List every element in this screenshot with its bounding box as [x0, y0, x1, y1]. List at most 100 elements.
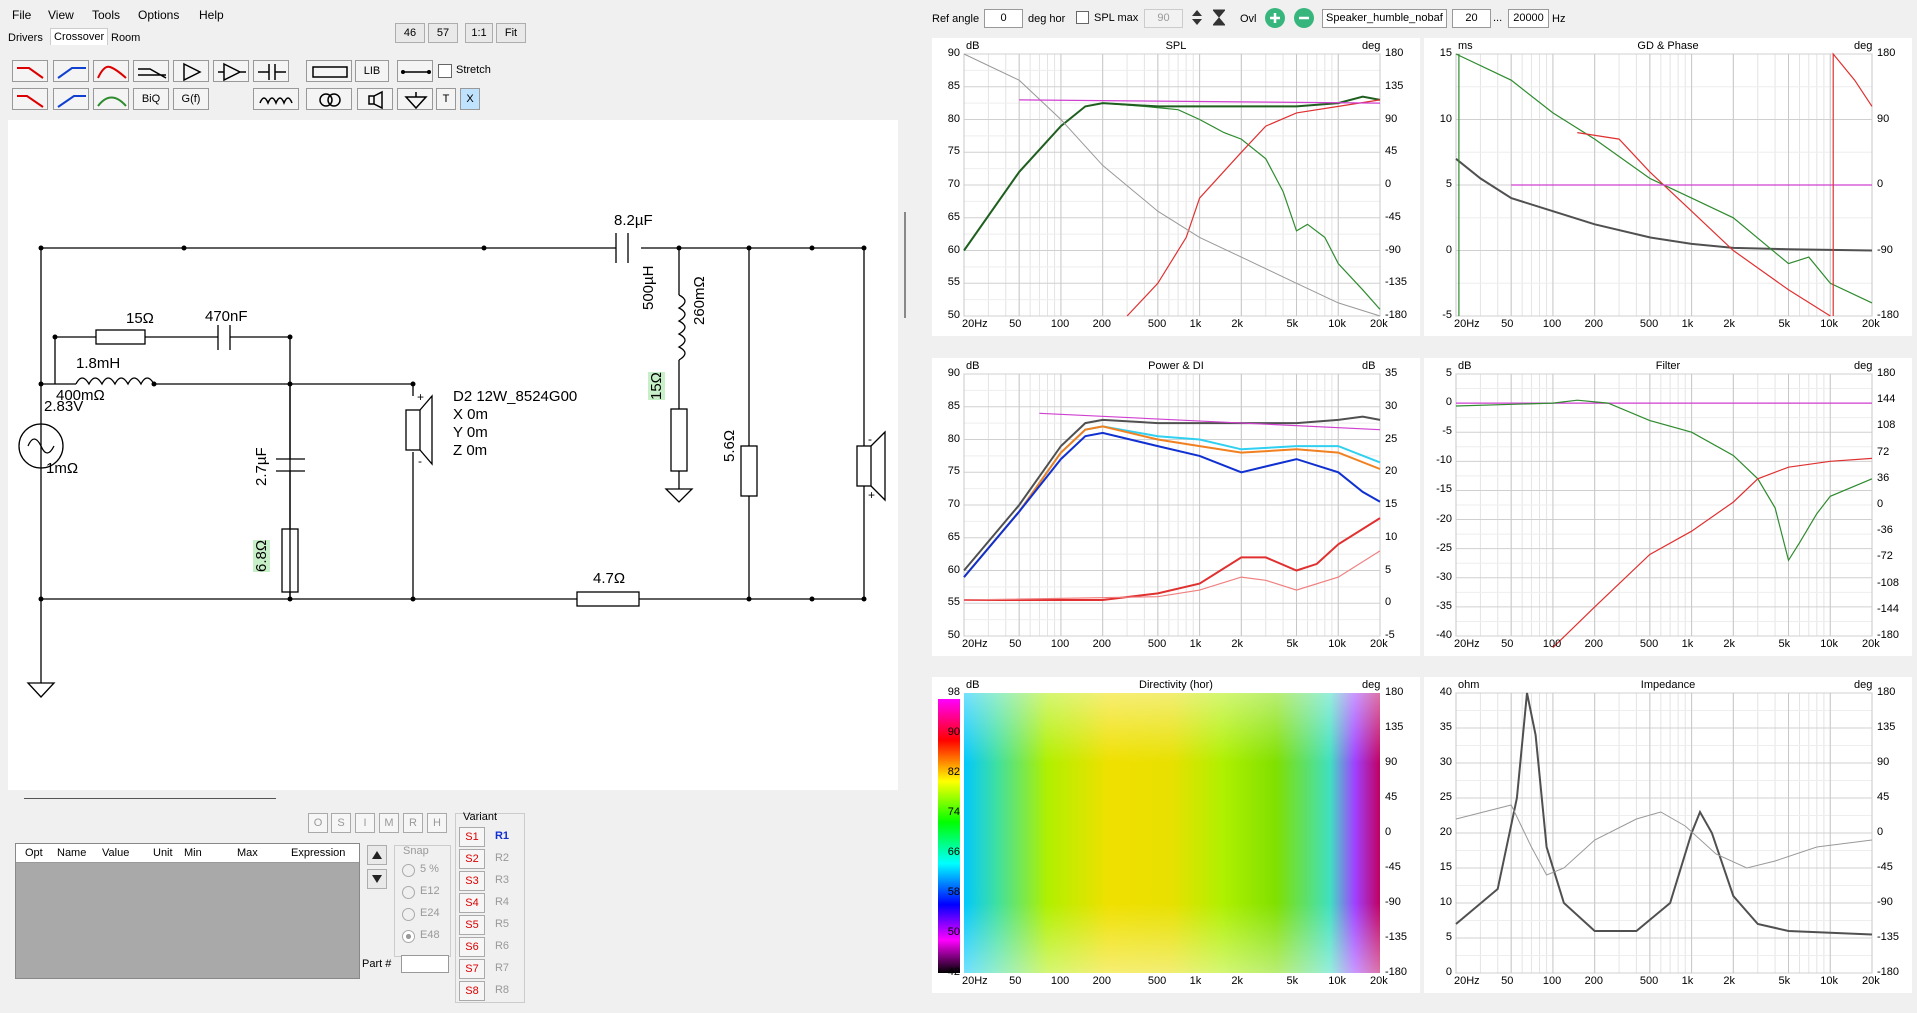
- resistor-tool[interactable]: [306, 60, 352, 82]
- lowpass-tool[interactable]: [12, 60, 48, 82]
- variant-r2-button[interactable]: R2: [490, 849, 514, 867]
- tab-room[interactable]: Room: [111, 32, 140, 44]
- variant-r3-button[interactable]: R3: [490, 871, 514, 889]
- peaking-tool[interactable]: [93, 88, 129, 110]
- transformer-tool[interactable]: [306, 88, 352, 110]
- variant-r5-button[interactable]: R5: [490, 915, 514, 933]
- snap-e12-radio[interactable]: [402, 886, 415, 899]
- ground-tool[interactable]: [397, 88, 433, 110]
- freq-high-input[interactable]: 20000: [1508, 9, 1549, 28]
- inductor-tool[interactable]: [253, 88, 299, 110]
- overlay-select[interactable]: Speaker_humble_nobaf: [1322, 9, 1447, 28]
- zoom-57-button[interactable]: 57: [428, 23, 458, 43]
- snap-5-radio[interactable]: [402, 864, 415, 877]
- variant-s5-button[interactable]: S5: [459, 915, 485, 935]
- move-down-button[interactable]: [367, 869, 387, 889]
- plot-power-xtick: 10k: [1328, 638, 1346, 650]
- variant-r7-button[interactable]: R7: [490, 959, 514, 977]
- x-button[interactable]: X: [460, 88, 480, 110]
- variant-s1-button[interactable]: S1: [459, 827, 485, 847]
- spl-spinner[interactable]: [1189, 8, 1205, 27]
- menu-file[interactable]: File: [12, 8, 31, 22]
- parameter-grid[interactable]: Opt Name Value Unit Min Max Expression: [15, 843, 360, 979]
- plot-gd-ytick: 0: [1445, 243, 1452, 256]
- plot-dir[interactable]: Directivity (hor) dB deg 98 90 82 74 66 58 50 42 18…: [932, 677, 1420, 993]
- variant-r1-button[interactable]: R1: [490, 827, 514, 845]
- grid-o-button[interactable]: O: [308, 813, 328, 833]
- variant-s7-button[interactable]: S7: [459, 959, 485, 979]
- ref-angle-input[interactable]: 0: [984, 9, 1023, 28]
- stretch-checkbox[interactable]: [438, 64, 452, 78]
- ovl-remove-button[interactable]: [1294, 8, 1314, 28]
- variant-s6-button[interactable]: S6: [459, 937, 485, 957]
- plot-power-graph: [963, 373, 1381, 637]
- zoom-1to1-button[interactable]: 1:1: [465, 23, 493, 43]
- grid-i-button[interactable]: I: [355, 813, 375, 833]
- bandpass-tool[interactable]: [93, 60, 129, 82]
- variant-r8-button[interactable]: R8: [490, 981, 514, 999]
- biquad-button[interactable]: BiQ: [133, 88, 169, 110]
- allpass-tool[interactable]: [133, 60, 169, 82]
- text-button[interactable]: T: [436, 88, 456, 110]
- plot-spl-y2tick: -90: [1385, 243, 1401, 256]
- plot-power-xtick: 5k: [1286, 638, 1299, 650]
- zoom-fit-button[interactable]: Fit: [496, 23, 526, 43]
- plot-imp[interactable]: Impedance ohm deg 40 35 30 25 20 15 10 5 0 180 135 90 4…: [1424, 677, 1912, 993]
- menu-options[interactable]: Options: [138, 8, 179, 22]
- plot-gd[interactable]: GD & Phase ms deg 15 10 5 0 -5 180 90 0 -90 -180 20Hz…: [1424, 38, 1912, 336]
- lib-button[interactable]: LIB: [355, 60, 389, 82]
- driver-tool[interactable]: [357, 88, 393, 110]
- plot-imp-xtick: 20Hz: [1454, 975, 1480, 987]
- amplifier-tool[interactable]: [173, 60, 209, 82]
- snap-e48-radio[interactable]: [402, 930, 415, 943]
- wire-tool[interactable]: [397, 60, 433, 82]
- capacitor-icon: [258, 64, 286, 80]
- plot-power[interactable]: Power & DI dB dB 90 85 80 75 70 65 60 55 50 35 30 25 20…: [932, 358, 1420, 656]
- plot-filter-ytick: -25: [1436, 541, 1452, 554]
- variant-s3-button[interactable]: S3: [459, 871, 485, 891]
- c3-label: 2.7µF: [253, 447, 270, 486]
- highpass-tool[interactable]: [53, 60, 89, 82]
- ovl-add-button[interactable]: [1265, 8, 1285, 28]
- variant-s8-button[interactable]: S8: [459, 981, 485, 1001]
- variant-r4-button[interactable]: R4: [490, 893, 514, 911]
- grid-r-button[interactable]: R: [403, 813, 423, 833]
- plot-filter[interactable]: Filter dB deg 5 0 -5 -10 -15 -20 -25 -30 -35 -40 180 1…: [1424, 358, 1912, 656]
- plot-dir-y2tick: -135: [1385, 931, 1408, 943]
- transfer-function-button[interactable]: G(f): [173, 88, 209, 110]
- snap-e24-radio[interactable]: [402, 908, 415, 921]
- menu-tools[interactable]: Tools: [92, 8, 120, 22]
- spl-max-input[interactable]: 90: [1144, 9, 1183, 28]
- variant-r6-button[interactable]: R6: [490, 937, 514, 955]
- grid-h-button[interactable]: H: [427, 813, 447, 833]
- plot-spl-ytick: 70: [947, 178, 960, 190]
- variant-s4-button[interactable]: S4: [459, 893, 485, 913]
- grid-s-button[interactable]: S: [331, 813, 351, 833]
- plot-power-ytick: 50: [947, 629, 960, 641]
- tab-drivers[interactable]: Drivers: [8, 32, 43, 44]
- plot-gd-ytick: 10: [1439, 112, 1452, 125]
- tab-crossover[interactable]: Crossover: [50, 28, 109, 45]
- buffer-tool[interactable]: [213, 60, 249, 82]
- menu-view[interactable]: View: [48, 8, 74, 22]
- plot-filter-y2tick: -180: [1877, 629, 1900, 641]
- schematic-canvas[interactable]: 8.2µF 500µH 260mΩ 15Ω 5.6Ω 15Ω 470nF 1.8…: [8, 120, 898, 790]
- col-max: Max: [237, 847, 258, 859]
- plot-imp-ytick: 25: [1439, 791, 1452, 803]
- part-number-input[interactable]: [401, 955, 449, 973]
- driver-name[interactable]: D2 12W_8524G00: [453, 388, 577, 405]
- lowpass2-tool[interactable]: [12, 88, 48, 110]
- menu-help[interactable]: Help: [199, 8, 224, 22]
- highpass2-tool[interactable]: [53, 88, 89, 110]
- grid-m-button[interactable]: M: [379, 813, 399, 833]
- plot-spl[interactable]: SPL dB deg 90 85 80 75 70 65 60 55 50 180 135 90 45 0 -45…: [932, 38, 1420, 336]
- spl-reset[interactable]: [1211, 8, 1227, 27]
- capacitor-tool[interactable]: [253, 60, 289, 82]
- canvas-scrollbar[interactable]: [904, 212, 906, 318]
- variant-s2-button[interactable]: S2: [459, 849, 485, 869]
- move-up-button[interactable]: [367, 845, 387, 865]
- plot-dir-ytick: 82: [947, 766, 960, 778]
- zoom-46-button[interactable]: 46: [395, 23, 425, 43]
- freq-low-input[interactable]: 20: [1452, 9, 1491, 28]
- spl-max-checkbox[interactable]: [1076, 11, 1089, 24]
